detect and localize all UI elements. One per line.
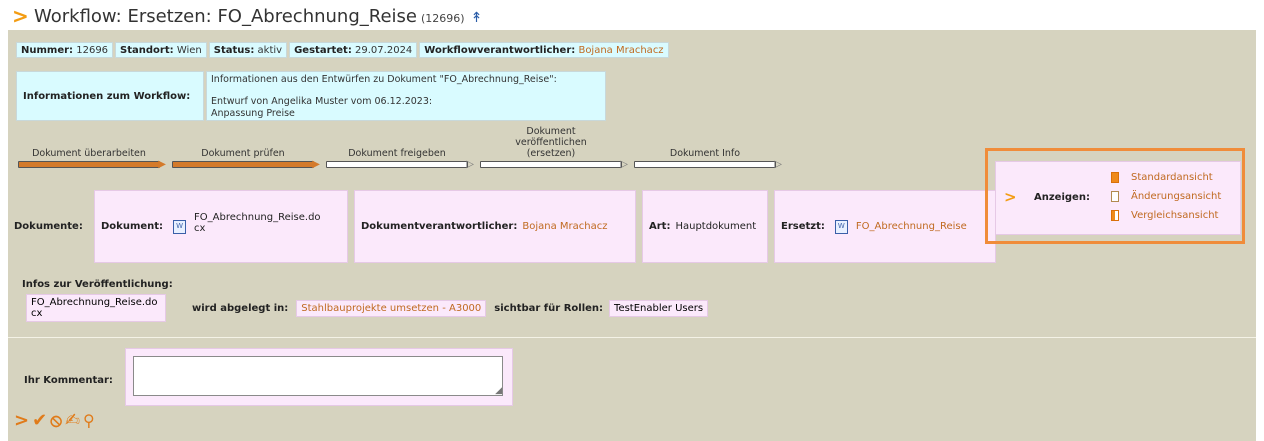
meta-status: Status: aktiv	[208, 42, 288, 58]
step-progress-bar	[480, 161, 622, 168]
meta-nummer: Nummer: 12696	[16, 42, 114, 58]
workflow-steps: Dokument überarbeiten ▶ Dokument prüfen …	[18, 126, 788, 170]
document-ersetzt-label: Ersetzt:	[781, 221, 825, 232]
document-art-cell: Art: Hauptdokument	[642, 190, 768, 263]
section-divider	[8, 337, 1256, 338]
workflow-info-text: Informationen aus den Entwürfen zu Dokum…	[206, 71, 606, 121]
publication-roles-value: TestEnabler Users	[609, 299, 709, 317]
step-label: Dokument prüfen	[201, 148, 285, 159]
document-owner-value[interactable]: Bojana Mrachacz	[522, 221, 607, 232]
step-progress-bar	[634, 161, 776, 168]
step-freigeben[interactable]: Dokument freigeben ▷	[326, 148, 474, 170]
document-ersetzt-cell: Ersetzt: W FO_Abrechnung_Reise	[774, 190, 996, 263]
document-art-label: Art:	[649, 221, 671, 232]
document-owner-cell: Dokumentverantwortlicher: Bojana Mrachac…	[354, 190, 636, 263]
step-progress-bar	[18, 161, 160, 168]
checkmark-icon[interactable]: ✔	[32, 411, 47, 431]
publication-stored-label: wird abgelegt in:	[192, 302, 289, 314]
highlight-frame	[985, 148, 1245, 244]
meta-standort-label: Standort:	[120, 45, 174, 56]
step-ueberarbeiten[interactable]: Dokument überarbeiten ▶	[18, 148, 166, 170]
cancel-icon[interactable]: ⦸	[50, 411, 62, 431]
documents-label: Dokumente:	[14, 221, 83, 232]
workflow-info-line2: Entwurf von Angelika Muster vom 06.12.20…	[211, 96, 433, 107]
publication-stored-value: Stahlbauprojekte umsetzen - A3000	[296, 299, 487, 317]
step-progress-bar	[172, 161, 314, 168]
publication-row: FO_Abrechnung_Reise.do cx wird abgelegt …	[26, 294, 709, 322]
word-file-icon[interactable]: W	[173, 219, 187, 234]
workflow-info-label: Informationen zum Workflow:	[16, 71, 204, 121]
workflow-id: (12696)	[420, 12, 465, 25]
page-title: Workflow: Ersetzen: FO_Abrechnung_Reise(…	[34, 6, 482, 27]
meta-gestartet: Gestartet: 29.07.2024	[289, 42, 418, 58]
meta-status-label: Status:	[213, 45, 255, 56]
documents-row: Dokumente: Dokument: W FO_Abrechnung_Rei…	[8, 190, 1002, 263]
publication-roles-label: sichtbar für Rollen:	[494, 302, 604, 314]
resize-grip-icon[interactable]: ◢	[495, 386, 502, 396]
step-label: Dokument freigeben	[348, 148, 446, 159]
meta-verantwortlicher-label: Workflowverantwortlicher:	[424, 45, 576, 56]
document-ersetzt-link[interactable]: FO_Abrechnung_Reise	[856, 221, 967, 232]
step-arrow-icon: ▶	[158, 159, 166, 170]
publication-file-name-2: cx	[31, 308, 43, 319]
comment-box: ◢	[125, 348, 513, 406]
workflow-info-line1: Informationen aus den Entwürfen zu Dokum…	[211, 74, 557, 85]
publication-file-name-1: FO_Abrechnung_Reise.do	[31, 297, 158, 308]
step-veroeffentlichen[interactable]: Dokument veröffentlichen (ersetzen) ▷	[480, 126, 628, 170]
document-owner-label: Dokumentverantwortlicher:	[361, 221, 518, 232]
document-art-value: Hauptdokument	[675, 221, 757, 232]
workflow-info-line3: Anpassung Preise	[211, 108, 295, 119]
comment-label: Ihr Kommentar:	[24, 375, 113, 386]
step-label: Dokument veröffentlichen (ersetzen)	[515, 126, 587, 159]
document-file-link[interactable]: FO_Abrechnung_Reise.do cx	[194, 212, 321, 234]
search-icon[interactable]: ⚲	[83, 411, 95, 431]
meta-status-value: aktiv	[257, 45, 283, 56]
word-file-icon[interactable]: W	[834, 219, 848, 234]
step-pruefen[interactable]: Dokument prüfen ▶	[172, 148, 320, 170]
meta-nummer-label: Nummer:	[21, 45, 74, 56]
arrow-right-icon[interactable]: >	[14, 411, 29, 431]
scroll-top-icon[interactable]: ↟	[471, 10, 483, 26]
title-bar: > Workflow: Ersetzen: FO_Abrechnung_Reis…	[0, 0, 1264, 30]
meta-gestartet-label: Gestartet:	[294, 45, 352, 56]
meta-bar: Nummer: 12696 Standort: Wien Status: akt…	[16, 42, 669, 58]
comment-textarea[interactable]	[133, 356, 503, 396]
meta-nummer-value: 12696	[76, 45, 109, 56]
publication-file: FO_Abrechnung_Reise.do cx	[26, 294, 166, 322]
step-arrow-icon: ▶	[312, 159, 320, 170]
meta-gestartet-value: 29.07.2024	[355, 45, 413, 56]
sign-icon[interactable]: ✍	[65, 411, 80, 431]
document-file-name-2: cx	[194, 223, 206, 234]
meta-standort-value: Wien	[176, 45, 202, 56]
step-arrow-icon: ▷	[774, 159, 782, 170]
meta-verantwortlicher: Workflowverantwortlicher: Bojana Mrachac…	[419, 42, 669, 58]
step-label: Dokument Info	[669, 148, 741, 159]
step-arrow-icon: ▷	[466, 159, 474, 170]
workflow-info: Informationen zum Workflow: Informatione…	[16, 71, 606, 121]
page-title-text: Workflow: Ersetzen: FO_Abrechnung_Reise	[34, 6, 417, 27]
step-arrow-icon: ▷	[620, 159, 628, 170]
step-label: Dokument überarbeiten	[32, 148, 146, 159]
action-bar: > ✔ ⦸ ✍ ⚲	[14, 411, 95, 431]
meta-verantwortlicher-value: Bojana Mrachacz	[578, 45, 664, 56]
publication-title: Infos zur Veröffentlichung:	[22, 279, 173, 290]
meta-standort: Standort: Wien	[115, 42, 207, 58]
title-arrow-icon: >	[12, 4, 29, 28]
document-cell: Dokument: W FO_Abrechnung_Reise.do cx	[94, 190, 348, 263]
step-progress-bar	[326, 161, 468, 168]
step-info[interactable]: Dokument Info ▷	[634, 148, 782, 170]
document-file-name-1: FO_Abrechnung_Reise.do	[194, 212, 321, 223]
document-label: Dokument:	[101, 221, 164, 232]
